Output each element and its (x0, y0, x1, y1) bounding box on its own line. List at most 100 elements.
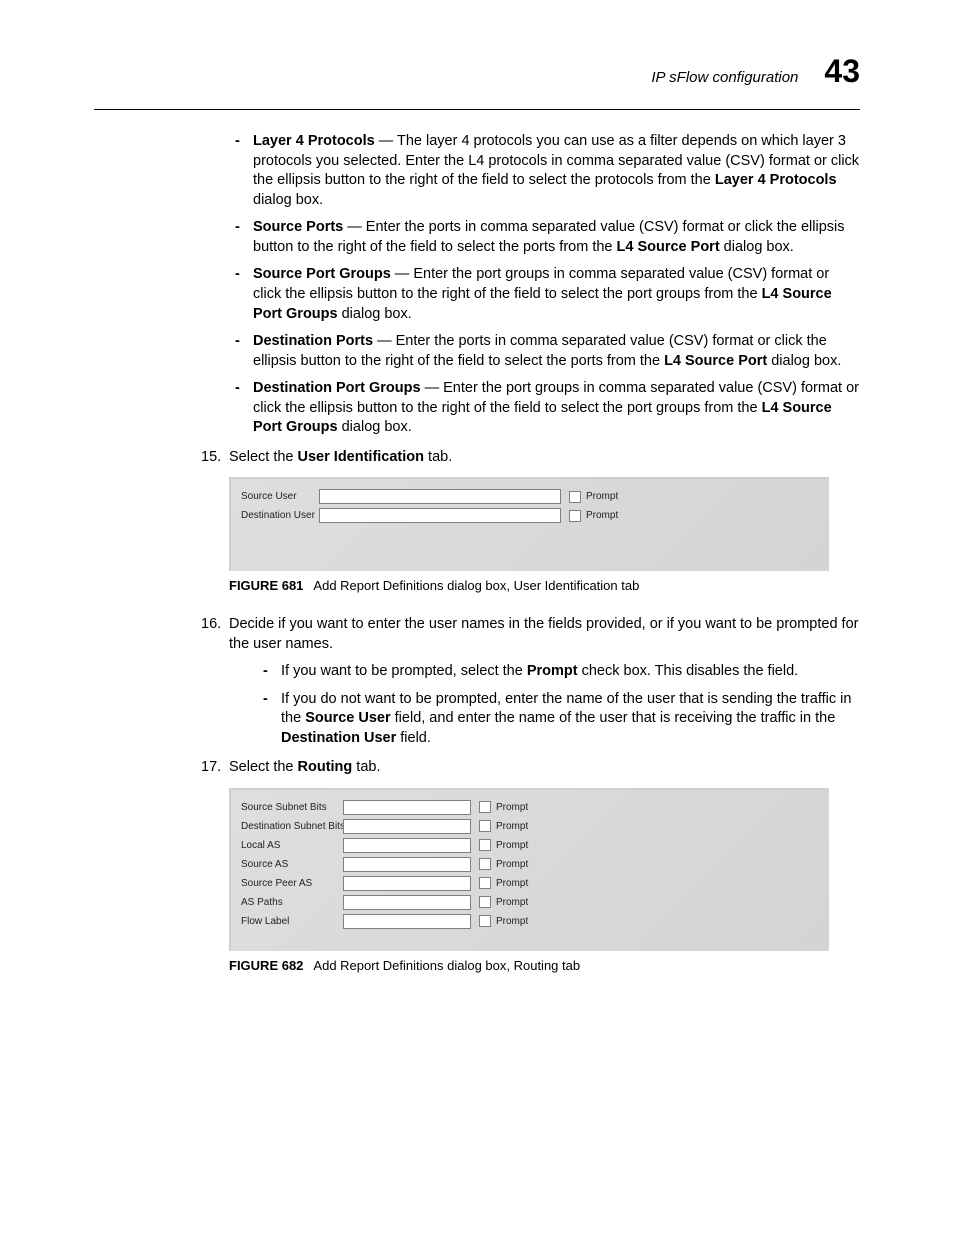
step-number: 15. (201, 448, 221, 468)
sub-bullet-no-prompt: If you do not want to be prompted, enter… (257, 690, 860, 749)
ref: L4 Source Port (617, 239, 720, 255)
prompt-checkbox[interactable] (479, 915, 491, 927)
figure-681-caption: FIGURE 681 Add Report Definitions dialog … (229, 577, 860, 595)
prompt-checkbox[interactable] (479, 877, 491, 889)
as-paths-input[interactable] (343, 895, 471, 910)
prompt-checkbox[interactable] (569, 510, 581, 522)
dlg-row-source-peer-as: Source Peer AS Prompt (241, 876, 819, 891)
source-as-input[interactable] (343, 857, 471, 872)
prompt-label: Prompt (496, 915, 528, 929)
step-number: 17. (201, 758, 221, 778)
chapter-number: 43 (824, 55, 860, 87)
bullet-destination-port-groups: Destination Port Groups — Enter the port… (229, 379, 860, 438)
pre: If you want to be prompted, select the (281, 663, 527, 679)
page-header: IP sFlow configuration 43 (94, 55, 860, 87)
step-text-bold: Routing (298, 759, 353, 775)
source-peer-as-input[interactable] (343, 876, 471, 891)
prompt-checkbox[interactable] (479, 801, 491, 813)
step-number: 16. (201, 615, 221, 635)
source-subnet-bits-input[interactable] (343, 800, 471, 815)
dlg-label: AS Paths (241, 896, 337, 910)
prompt-checkbox[interactable] (479, 896, 491, 908)
prompt-label: Prompt (586, 509, 618, 523)
bullet-list-protocols: Layer 4 Protocols — The layer 4 protocol… (229, 132, 860, 438)
dlg-label: Destination Subnet Bits (241, 820, 337, 834)
prompt-checkbox[interactable] (569, 491, 581, 503)
tail: dialog box. (338, 306, 412, 322)
dlg-row-source-as: Source AS Prompt (241, 857, 819, 872)
dlg-row-flow-label: Flow Label Prompt (241, 914, 819, 929)
figure-681: Source User Prompt Destination User Prom… (229, 477, 860, 595)
content: Layer 4 Protocols — The layer 4 protocol… (94, 132, 860, 974)
prompt-label: Prompt (496, 858, 528, 872)
dlg-label: Local AS (241, 839, 337, 853)
dialog-user-identification: Source User Prompt Destination User Prom… (229, 477, 829, 571)
header-rule (94, 109, 860, 110)
dialog-routing: Source Subnet Bits Prompt Destination Su… (229, 788, 829, 951)
figure-number: FIGURE 681 (229, 578, 303, 593)
prompt-label: Prompt (586, 490, 618, 504)
tail: dialog box. (767, 353, 841, 369)
dlg-row-source-subnet: Source Subnet Bits Prompt (241, 800, 819, 815)
ref: Layer 4 Protocols (715, 172, 837, 188)
term: Source Ports (253, 219, 343, 235)
step-16: 16. Decide if you want to enter the user… (229, 615, 860, 748)
figure-caption-text: Add Report Definitions dialog box, User … (313, 578, 639, 593)
bold2: Destination User (281, 730, 396, 746)
ref: L4 Source Port (664, 353, 767, 369)
source-user-input[interactable] (319, 489, 561, 504)
dlg-label: Flow Label (241, 915, 337, 929)
term: Source Port Groups (253, 266, 391, 282)
dlg-label: Source User (241, 490, 313, 504)
destination-user-input[interactable] (319, 508, 561, 523)
figure-682: Source Subnet Bits Prompt Destination Su… (229, 788, 860, 975)
sub-bullet-prompt: If you want to be prompted, select the P… (257, 662, 860, 682)
tail: dialog box. (338, 419, 412, 435)
tail: dialog box. (253, 192, 323, 208)
bullet-l4-protocols: Layer 4 Protocols — The layer 4 protocol… (229, 132, 860, 210)
local-as-input[interactable] (343, 838, 471, 853)
dlg-row-source-user: Source User Prompt (241, 489, 819, 504)
prompt-checkbox[interactable] (479, 858, 491, 870)
step-16-sublist: If you want to be prompted, select the P… (229, 662, 860, 748)
destination-subnet-bits-input[interactable] (343, 819, 471, 834)
dlg-label: Source AS (241, 858, 337, 872)
dlg-label: Source Subnet Bits (241, 801, 337, 815)
bold: Prompt (527, 663, 578, 679)
step-text-pre: Select the (229, 449, 298, 465)
bullet-source-ports: Source Ports — Enter the ports in comma … (229, 218, 860, 257)
bullet-source-port-groups: Source Port Groups — Enter the port grou… (229, 265, 860, 324)
term: Layer 4 Protocols (253, 133, 375, 149)
prompt-label: Prompt (496, 896, 528, 910)
figure-caption-text: Add Report Definitions dialog box, Routi… (313, 958, 580, 973)
prompt-label: Prompt (496, 820, 528, 834)
flow-label-input[interactable] (343, 914, 471, 929)
dlg-row-destination-subnet: Destination Subnet Bits Prompt (241, 819, 819, 834)
tail: dialog box. (720, 239, 794, 255)
step-text: Decide if you want to enter the user nam… (229, 616, 858, 652)
dlg-label: Source Peer AS (241, 877, 337, 891)
dlg-label: Destination User (241, 509, 313, 523)
step-15: 15. Select the User Identification tab. (229, 448, 860, 468)
figure-682-caption: FIGURE 682Add Report Definitions dialog … (229, 957, 860, 975)
bold1: Source User (305, 710, 390, 726)
prompt-label: Prompt (496, 877, 528, 891)
prompt-checkbox[interactable] (479, 820, 491, 832)
post: check box. This disables the field. (578, 663, 799, 679)
dlg-row-as-paths: AS Paths Prompt (241, 895, 819, 910)
prompt-label: Prompt (496, 801, 528, 815)
bullet-destination-ports: Destination Ports — Enter the ports in c… (229, 332, 860, 371)
step-text-bold: User Identification (298, 449, 425, 465)
post: field. (396, 730, 431, 746)
term: Destination Port Groups (253, 380, 425, 396)
prompt-label: Prompt (496, 839, 528, 853)
dlg-row-destination-user: Destination User Prompt (241, 508, 819, 523)
step-text-pre: Select the (229, 759, 298, 775)
mid: field, and enter the name of the user th… (391, 710, 836, 726)
step-17: 17. Select the Routing tab. (229, 758, 860, 778)
step-text-post: tab. (352, 759, 380, 775)
prompt-checkbox[interactable] (479, 839, 491, 851)
page: IP sFlow configuration 43 Layer 4 Protoc… (0, 0, 954, 1038)
step-text-post: tab. (424, 449, 452, 465)
term: Destination Ports (253, 333, 377, 349)
